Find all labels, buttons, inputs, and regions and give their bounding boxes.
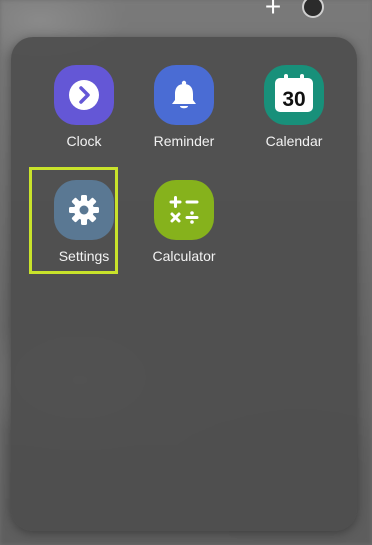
app-label: Calculator [152,248,216,264]
bell-icon [172,80,196,109]
chevron-right-icon [69,80,99,110]
calculator-icon [169,196,199,224]
more-dot-icon[interactable] [302,0,324,18]
app-clock[interactable]: Clock [39,65,129,149]
calendar-icon: 30 [275,74,313,112]
app-label: Clock [66,133,102,149]
app-calendar[interactable]: 30 Calendar [249,65,339,149]
plus-icon[interactable]: + [262,0,284,21]
gear-icon [69,195,99,225]
top-bar: + [0,0,372,22]
app-folder: Clock Reminder 30 Calendar Settings Calc… [11,37,357,531]
settings-app-icon [54,180,114,240]
calculator-app-icon [154,180,214,240]
clock-app-icon [54,65,114,125]
app-label: Calendar [265,133,323,149]
reminder-app-icon [154,65,214,125]
calendar-day: 30 [282,88,306,111]
app-calculator[interactable]: Calculator [139,180,229,264]
app-settings[interactable]: Settings [39,180,129,264]
calendar-app-icon: 30 [264,65,324,125]
app-label: Reminder [153,133,215,149]
app-reminder[interactable]: Reminder [139,65,229,149]
app-label: Settings [58,248,110,264]
